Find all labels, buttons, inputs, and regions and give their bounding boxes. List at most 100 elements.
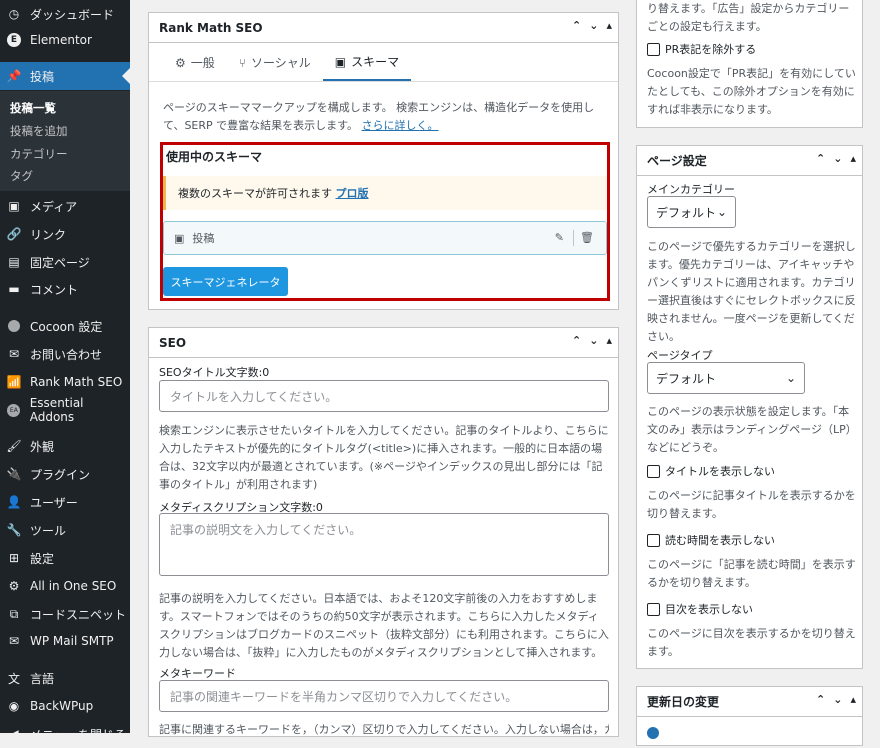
chevron-down-icon: ⌄ [716,205,727,219]
snippet-icon: ⧉ [9,606,19,621]
dashboard-icon: ◷ [8,7,20,21]
menu-contact[interactable]: ✉ お問い合わせ [0,340,130,368]
schema-item-icon: ▣ [174,231,185,245]
meta-description-textarea[interactable]: 記事の説明文を入力してください。 [159,513,609,576]
schema-item: ▣ 投稿 ✎ 🗑 [163,221,607,255]
divider [573,230,574,246]
menu-language[interactable]: 文言語 [0,664,130,692]
schema-in-use-heading: 使用中のスキーマ [166,150,263,164]
update-date-radio[interactable] [647,727,659,739]
submenu-categories[interactable]: カテゴリー [10,146,68,162]
rankmath-icon: 📶 [6,375,22,389]
menu-pages[interactable]: ▤ 固定ページ [0,248,130,276]
menu-links[interactable]: 🔗 リンク [0,220,130,248]
pr-exclude-option: PR表記を除外する [647,41,756,57]
learn-more-link[interactable]: さらに詳しく。 [362,119,439,132]
menu-settings[interactable]: ⊞ 設定 [0,544,130,572]
menu-collapse[interactable]: ◀ メニューを閉じる [0,720,130,748]
seo-title-input[interactable]: タイトルを入力してください。 [159,380,609,412]
aioseo-icon: ⚙ [8,579,20,593]
page-settings-header: ページ設定 ⌃ ⌄ ▴ [637,146,862,176]
menu-users[interactable]: 👤 ユーザー [0,488,130,516]
hide-readtime-option: 読む時間を表示しない [647,532,775,548]
share-icon: ⑂ [238,55,246,70]
schema-generator-button[interactable]: スキーマジェネレータ [163,267,288,296]
menu-dashboard[interactable]: ◷ ダッシュボード [0,0,130,28]
meta-keywords-input[interactable]: 記事の関連キーワードを半角カンマ区切りで入力してください。 [159,680,609,712]
menu-aioseo[interactable]: ⚙ All in One SEO [0,572,130,600]
hide-title-option: タイトルを表示しない [647,463,775,479]
link-icon: 🔗 [6,227,22,241]
hide-toc-option: 目次を表示しない [647,601,753,617]
menu-cocoon[interactable]: Cocoon 設定 [0,312,130,340]
main-category-label: メインカテゴリー [647,183,735,196]
menu-comments[interactable]: ▬ コメント [0,275,130,303]
pr-exclude-help: Cocoon設定で「PR表記」を有効にしていたとしても、この除外オプションを有効… [647,67,856,116]
rankmath-box-title: Rank Math SEO [159,20,263,35]
toggle-panel-icon[interactable]: ▴ [606,334,612,347]
submenu-tags[interactable]: タグ [10,168,33,184]
schema-icon: ▣ [334,54,347,69]
schema-item-label: 投稿 [192,232,215,245]
move-down-icon[interactable]: ⌄ [589,19,598,32]
menu-elementor[interactable]: E Elementor [0,26,130,54]
chevron-down-icon: ⌄ [785,371,796,385]
hide-toc-checkbox[interactable] [647,602,660,616]
mail-icon: ✉ [8,347,20,361]
menu-rankmath[interactable]: 📶 Rank Math SEO [0,368,130,396]
pro-version-link[interactable]: プロ版 [336,185,369,201]
tab-general[interactable]: ⚙ 一般 [163,44,227,81]
move-down-icon[interactable]: ⌄ [833,693,842,706]
move-up-icon[interactable]: ⌃ [816,152,825,165]
submenu-all-posts[interactable]: 投稿一覧 [10,100,56,116]
move-down-icon[interactable]: ⌄ [833,152,842,165]
move-up-icon[interactable]: ⌃ [816,693,825,706]
pin-icon: 📌 [6,69,22,83]
hide-title-help: このページに記事タイトルを表示するかを切り替えます。 [647,489,856,520]
move-up-icon[interactable]: ⌃ [572,19,581,32]
trash-icon[interactable]: 🗑 [580,231,594,244]
smtp-icon: ✉ [8,634,20,648]
menu-wp-mail-smtp[interactable]: ✉ WP Mail SMTP [0,627,130,655]
media-icon: ▣ [8,199,20,213]
seo-title-help: 検索エンジンに表示させたいタイトルを入力してください。記事のタイトルより、こちら… [159,424,609,491]
hide-title-checkbox[interactable] [647,464,660,478]
toggle-panel-icon[interactable]: ▴ [606,19,612,32]
seo-box-header: SEO ⌃ ⌄ ▴ [149,328,618,358]
menu-plugins[interactable]: 🔌 プラグイン [0,460,130,488]
seo-box: SEO ⌃ ⌄ ▴ SEOタイトル文字数:0 タイトルを入力してください。 検索エン… [148,327,619,737]
toggle-panel-icon[interactable]: ▴ [850,152,856,165]
menu-posts[interactable]: 📌 投稿 [0,62,130,90]
tab-social[interactable]: ⑂ ソーシャル [227,44,323,81]
submenu-add-post[interactable]: 投稿を追加 [10,123,68,139]
language-icon: 文 [7,671,20,686]
admin-sidebar: ◷ ダッシュボード E Elementor 📌 投稿 投稿一覧 投稿を追加 カテゴリー… [0,0,130,742]
move-up-icon[interactable]: ⌃ [572,334,581,347]
cocoon-icon [6,318,22,334]
ad-settings-box: り替えます。「広告」設定からカテゴリーごとの設定も行えます。 PR表記を除外する… [636,0,863,128]
page-type-label: ページタイプ [647,349,713,362]
pr-exclude-checkbox[interactable] [647,42,660,56]
menu-essential-addons[interactable]: EA Essential Addons [0,396,130,424]
rankmath-box: Rank Math SEO ⌃ ⌄ ▴ ⚙ 一般 ⑂ ソーシャル ▣ スキーマ ページのス… [148,12,619,310]
user-icon: 👤 [6,495,22,509]
rankmath-tabs: ⚙ 一般 ⑂ ソーシャル ▣ スキーマ [149,44,618,82]
tab-schema[interactable]: ▣ スキーマ [322,44,412,81]
menu-tools[interactable]: 🔧 ツール [0,516,130,544]
edit-icon[interactable]: ✎ [555,231,564,244]
schema-in-use-section: 使用中のスキーマ 複数のスキーマが許可されます プロ版 ▣ 投稿 ✎ 🗑 スキー… [160,142,610,301]
toggle-panel-icon[interactable]: ▴ [850,693,856,706]
meta-keywords-label: メタキーワード [159,667,236,680]
menu-code-snippets[interactable]: ⧉ コードスニペット [0,600,130,628]
menu-appearance[interactable]: 🖌 外観 [0,432,130,460]
menu-backwpup[interactable]: ◉ BackWPup [0,692,130,720]
update-date-header: 更新日の変更 ⌃ ⌄ ▴ [637,687,862,717]
move-down-icon[interactable]: ⌄ [589,334,598,347]
posts-submenu: 投稿一覧 投稿を追加 カテゴリー タグ [0,91,130,191]
menu-media[interactable]: ▣ メディア [0,192,130,220]
main-category-select[interactable]: デフォルト ⌄ [647,196,736,228]
hide-readtime-checkbox[interactable] [647,533,660,547]
elementor-icon: E [6,32,22,48]
page-type-select[interactable]: デフォルト ⌄ [647,362,805,394]
schema-description: ページのスキーママークアップを構成します。 検索エンジンは、構造化データを使用し… [163,101,595,132]
